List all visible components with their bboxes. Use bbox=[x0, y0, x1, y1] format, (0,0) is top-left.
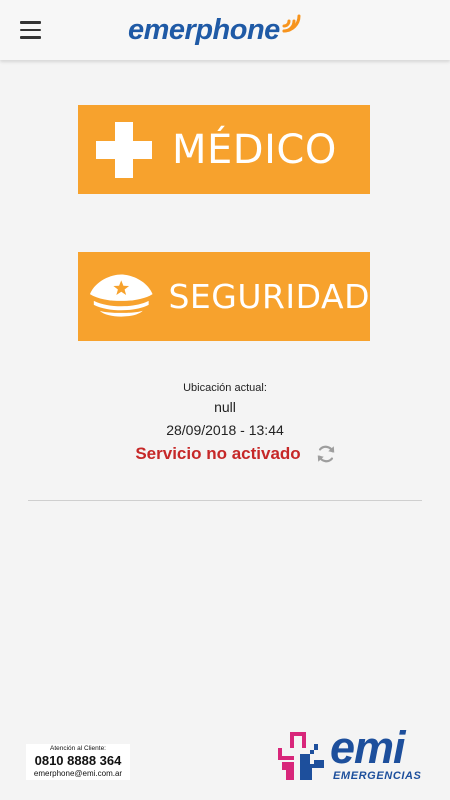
signal-waves-icon bbox=[282, 14, 301, 33]
medical-cross-icon bbox=[96, 121, 152, 178]
divider bbox=[28, 500, 422, 501]
menu-line bbox=[20, 36, 41, 39]
medico-label: MÉDICO bbox=[172, 126, 337, 173]
service-status-text: Servicio no activado bbox=[135, 444, 301, 463]
police-cap-icon bbox=[89, 273, 153, 317]
app-bar: emerphone bbox=[0, 0, 450, 60]
location-value: null bbox=[214, 399, 236, 415]
emi-subtitle: EMERGENCIAS bbox=[333, 770, 422, 782]
hamburger-menu-icon[interactable] bbox=[14, 16, 46, 44]
seguridad-label: SEGURIDAD bbox=[168, 277, 370, 316]
location-label: Ubicación actual: bbox=[183, 382, 267, 394]
emi-cross-icon bbox=[278, 732, 324, 780]
emi-logo: emi EMERGENCIAS bbox=[274, 724, 424, 786]
menu-line bbox=[20, 28, 41, 32]
emerphone-logo: emerphone bbox=[128, 8, 303, 52]
contact-label: Atención al Cliente: bbox=[49, 745, 106, 752]
brand-name: emerphone bbox=[128, 14, 280, 46]
contact-email[interactable]: emerphone@emi.com.ar bbox=[26, 768, 130, 780]
medico-button[interactable]: MÉDICO bbox=[78, 105, 370, 194]
datetime-value: 28/09/2018 - 13:44 bbox=[166, 422, 284, 438]
refresh-icon[interactable] bbox=[315, 443, 337, 465]
customer-contact: Atención al Cliente: 0810 8888 364 emerp… bbox=[26, 744, 130, 780]
service-status: Servicio no activado bbox=[0, 441, 450, 467]
emi-wordmark: emi bbox=[330, 722, 406, 773]
menu-line bbox=[20, 21, 41, 24]
seguridad-button[interactable]: SEGURIDAD bbox=[78, 252, 370, 341]
contact-phone[interactable]: 0810 8888 364 bbox=[26, 753, 130, 768]
